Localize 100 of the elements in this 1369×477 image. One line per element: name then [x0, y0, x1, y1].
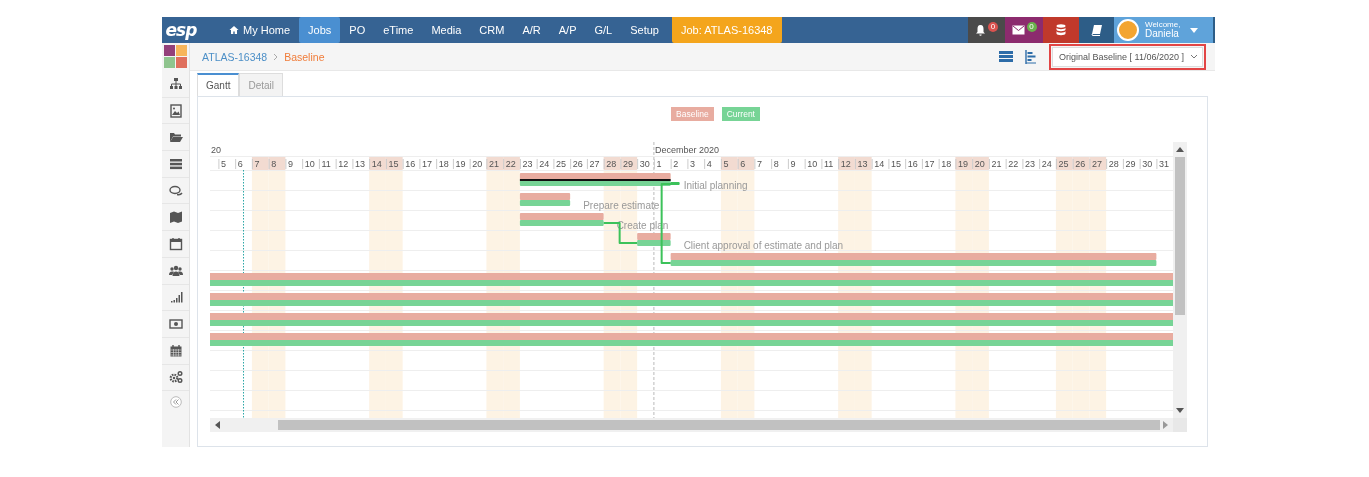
- baseline-select[interactable]: Original Baseline [ 11/06/2020 ]: [1052, 46, 1203, 67]
- book-button[interactable]: [1079, 17, 1114, 43]
- notifications-button[interactable]: 0: [968, 17, 1005, 43]
- user-name: Daniela: [1145, 29, 1179, 39]
- horizontal-scrollbar[interactable]: [210, 418, 1173, 432]
- nav-item[interactable]: My Home: [220, 17, 300, 43]
- day-label: 27: [589, 159, 600, 169]
- gantt-icon[interactable]: [1025, 49, 1038, 64]
- breadcrumb-link[interactable]: ATLAS-16348: [202, 50, 268, 63]
- database-icon: [1056, 24, 1066, 36]
- avatar-icon: [1117, 19, 1139, 41]
- day-label: 5: [220, 159, 226, 169]
- day-label: 14: [874, 159, 885, 169]
- task-label: Client approval of estimate and plan: [683, 240, 844, 251]
- day-label: 16: [907, 159, 918, 169]
- day-label: 13: [857, 159, 868, 169]
- day-label: 24: [1041, 159, 1052, 169]
- day-label: 28: [606, 159, 617, 169]
- day-label: 15: [388, 159, 399, 169]
- nav-item[interactable]: A/P: [549, 17, 586, 43]
- caret-icon: [1190, 27, 1199, 33]
- day-label: 11: [321, 159, 331, 169]
- scroll-down-icon[interactable]: [1176, 408, 1184, 413]
- bell-icon: [975, 24, 986, 36]
- bar-chart-icon: [168, 290, 183, 305]
- day-label: 12: [840, 159, 851, 169]
- notification-count: 0: [988, 21, 998, 32]
- day-label: 19: [455, 159, 466, 169]
- database-button[interactable]: [1043, 17, 1079, 43]
- nav-item[interactable]: A/R: [513, 17, 550, 43]
- vertical-scrollbar[interactable]: [1173, 142, 1187, 418]
- day-label: 13: [354, 159, 365, 169]
- day-label: 15: [890, 159, 901, 169]
- calendar-grid-icon: [168, 343, 183, 358]
- breadcrumb-current: Baseline: [284, 50, 325, 63]
- day-label: 29: [1125, 159, 1136, 169]
- folder-icon: [168, 130, 183, 145]
- nav-item[interactable]: eTime: [374, 17, 423, 43]
- day-label: 28: [1108, 159, 1119, 169]
- scroll-right-icon[interactable]: [1163, 421, 1168, 429]
- day-label: 5: [723, 159, 729, 169]
- day-label: 23: [1024, 159, 1035, 169]
- day-label: 8: [773, 159, 779, 169]
- nav-item[interactable]: Media: [422, 17, 471, 43]
- day-label: 7: [756, 159, 762, 169]
- day-label: 3: [689, 159, 695, 169]
- day-label: 17: [924, 159, 935, 169]
- scrollbar-thumb[interactable]: [1175, 157, 1185, 315]
- day-label: 10: [807, 159, 818, 169]
- book-icon: [1090, 24, 1103, 36]
- map-icon: [168, 210, 183, 225]
- scroll-left-icon[interactable]: [215, 421, 220, 429]
- day-label: 2: [673, 159, 679, 169]
- cogs-icon: [168, 370, 183, 385]
- day-label: 8: [271, 159, 277, 169]
- month-label: 20: [211, 145, 222, 155]
- envelope-icon: [1011, 25, 1025, 35]
- chevron-down-icon: [1190, 54, 1198, 59]
- day-label: 20: [974, 159, 985, 169]
- day-label: 12: [338, 159, 349, 169]
- day-label: 25: [555, 159, 566, 169]
- day-label: 26: [572, 159, 583, 169]
- image-icon: [168, 103, 183, 118]
- day-label: 7: [254, 159, 260, 169]
- list-icon: [168, 156, 183, 171]
- day-label: 14: [371, 159, 382, 169]
- rows-icon[interactable]: [999, 51, 1014, 62]
- day-label: 17: [421, 159, 432, 169]
- day-label: 11: [823, 159, 834, 169]
- day-label: 30: [1142, 159, 1153, 169]
- day-label: 9: [790, 159, 796, 169]
- message-count: 0: [1026, 21, 1037, 32]
- scrollbar-thumb[interactable]: [278, 420, 1160, 430]
- day-label: 4: [706, 159, 712, 169]
- nav-item[interactable]: Jobs: [299, 17, 341, 43]
- day-label: 10: [304, 159, 315, 169]
- day-label: 22: [1008, 159, 1019, 169]
- logo[interactable]: esp: [162, 17, 200, 43]
- day-label: 23: [522, 159, 533, 169]
- tab[interactable]: Gantt: [197, 73, 240, 96]
- day-label: 30: [639, 159, 650, 169]
- nav-item[interactable]: CRM: [470, 17, 514, 43]
- nav-item[interactable]: G/L: [585, 17, 622, 43]
- nav-item[interactable]: Setup: [621, 17, 668, 43]
- day-label: 29: [622, 159, 633, 169]
- day-label: 19: [957, 159, 968, 169]
- day-label: 20: [472, 159, 483, 169]
- users-icon: [168, 263, 183, 278]
- day-label: 16: [405, 159, 416, 169]
- calendar-icon: [168, 236, 183, 251]
- scroll-up-icon[interactable]: [1176, 147, 1184, 152]
- app-logo[interactable]: [164, 45, 187, 68]
- day-label: 18: [438, 159, 449, 169]
- day-label: 6: [237, 159, 243, 169]
- legend-baseline: Baseline: [671, 107, 714, 121]
- comments-icon: [168, 183, 183, 198]
- day-label: 21: [488, 159, 499, 169]
- nav-item[interactable]: PO: [340, 17, 375, 43]
- sitemap-icon: [168, 76, 183, 91]
- day-label: 22: [505, 159, 516, 169]
